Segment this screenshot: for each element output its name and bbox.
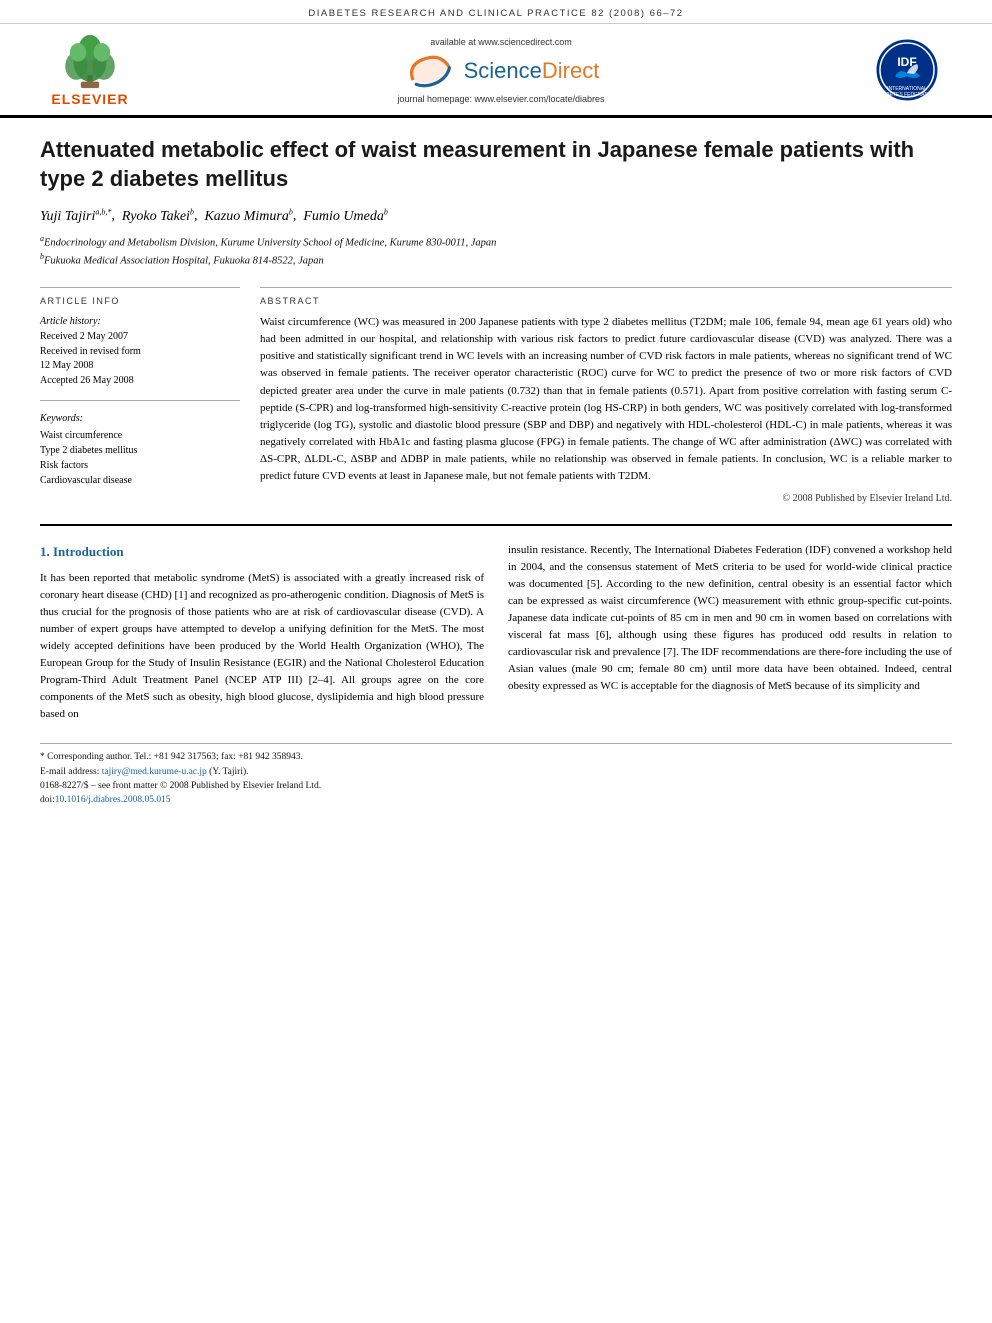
author-1: Yuji Tajiria,b,* <box>40 209 111 224</box>
elsevier-tree-icon <box>55 34 125 89</box>
article-info-title: ARTICLE INFO <box>40 296 240 306</box>
affiliations: aEndocrinology and Metabolism Division, … <box>40 233 952 270</box>
article-title: Attenuated metabolic effect of waist mea… <box>40 136 952 193</box>
abstract-text: Waist circumference (WC) was measured in… <box>260 314 952 484</box>
sd-direct: Direct <box>542 58 599 83</box>
main-content: Attenuated metabolic effect of waist mea… <box>0 118 992 827</box>
author-3-sup: b <box>289 207 293 216</box>
intro-title: Introduction <box>53 544 124 559</box>
info-abstract-section: ARTICLE INFO Article history: Received 2… <box>40 287 952 503</box>
doi-link[interactable]: 10.1016/j.diabres.2008.05.015 <box>55 795 171 805</box>
footnote-corresponding: * Corresponding author. Tel.: +81 942 31… <box>40 750 952 764</box>
keyword-2: Type 2 diabetes mellitus <box>40 443 240 458</box>
affiliation-a: aEndocrinology and Metabolism Division, … <box>40 233 952 251</box>
affiliation-b-text: Fukuoka Medical Association Hospital, Fu… <box>44 256 324 267</box>
footnote-email-link[interactable]: tajiry@med.kurume-u.ac.jp <box>102 767 207 777</box>
footnote-area: * Corresponding author. Tel.: +81 942 31… <box>40 743 952 807</box>
article-history-label: Article history: <box>40 316 240 327</box>
footnote-issn: 0168-8227/$ – see front matter © 2008 Pu… <box>40 779 952 793</box>
introduction-col2: insulin resistance. Recently, The Intern… <box>508 542 952 724</box>
affiliation-b: bFukuoka Medical Association Hospital, F… <box>40 251 952 269</box>
footnote-doi: doi:10.1016/j.diabres.2008.05.015 <box>40 793 952 807</box>
author-2: Ryoko Takeib <box>122 209 194 224</box>
idf-badge-icon: IDF INTERNATIONAL DIABETES FEDERATION <box>870 38 945 103</box>
author-4: Fumio Umedab <box>303 209 388 224</box>
author-4-sup: b <box>384 207 388 216</box>
footnote-email: E-mail address: tajiry@med.kurume-u.ac.j… <box>40 765 952 779</box>
elsevier-text: ELSEVIER <box>51 91 128 107</box>
section-divider <box>40 524 952 526</box>
received-date: Received 2 May 2007 <box>40 330 240 344</box>
intro-number: 1. <box>40 544 50 559</box>
introduction-col1: 1. Introduction It has been reported tha… <box>40 542 484 724</box>
sd-science: Science <box>464 58 542 83</box>
journal-header: DIABETES RESEARCH AND CLINICAL PRACTICE … <box>0 0 992 24</box>
authors-line: Yuji Tajiria,b,*, Ryoko Takeib, Kazuo Mi… <box>40 207 952 225</box>
intro-col1-text: It has been reported that metabolic synd… <box>40 570 484 723</box>
journal-homepage-text: journal homepage: www.elsevier.com/locat… <box>397 94 604 104</box>
revised-date: Received in revised form12 May 2008 <box>40 345 240 373</box>
abstract-title: ABSTRACT <box>260 296 952 306</box>
center-logo: available at www.sciencedirect.com Scien… <box>150 37 852 104</box>
sciencedirect-swoosh-icon <box>403 53 458 88</box>
available-text: available at www.sciencedirect.com <box>430 37 572 47</box>
sciencedirect-brand-text: ScienceDirect <box>464 58 600 84</box>
page-wrapper: DIABETES RESEARCH AND CLINICAL PRACTICE … <box>0 0 992 827</box>
idf-logo: IDF INTERNATIONAL DIABETES FEDERATION <box>852 38 962 103</box>
author-3: Kazuo Mimurab <box>204 209 292 224</box>
info-divider <box>40 400 240 401</box>
copyright-line: © 2008 Published by Elsevier Ireland Ltd… <box>260 493 952 504</box>
accepted-date: Accepted 26 May 2008 <box>40 374 240 388</box>
article-info-panel: ARTICLE INFO Article history: Received 2… <box>40 287 240 503</box>
author-1-sup: a,b,* <box>95 207 111 216</box>
abstract-panel: ABSTRACT Waist circumference (WC) was me… <box>260 287 952 503</box>
intro-heading: 1. Introduction <box>40 542 484 562</box>
intro-col2-text: insulin resistance. Recently, The Intern… <box>508 542 952 695</box>
journal-header-text: DIABETES RESEARCH AND CLINICAL PRACTICE … <box>308 8 683 19</box>
svg-text:DIABETES FEDERATION: DIABETES FEDERATION <box>878 92 936 98</box>
logo-area: ELSEVIER available at www.sciencedirect.… <box>0 24 992 118</box>
elsevier-logo: ELSEVIER <box>30 34 150 107</box>
author-2-sup: b <box>190 207 194 216</box>
keyword-4: Cardiovascular disease <box>40 473 240 488</box>
keywords-label: Keywords: <box>40 413 240 424</box>
keyword-1: Waist circumference <box>40 428 240 443</box>
keyword-3: Risk factors <box>40 458 240 473</box>
affiliation-a-text: Endocrinology and Metabolism Division, K… <box>44 237 496 248</box>
introduction-columns: 1. Introduction It has been reported tha… <box>40 542 952 724</box>
sciencedirect-logo: ScienceDirect <box>403 53 600 88</box>
